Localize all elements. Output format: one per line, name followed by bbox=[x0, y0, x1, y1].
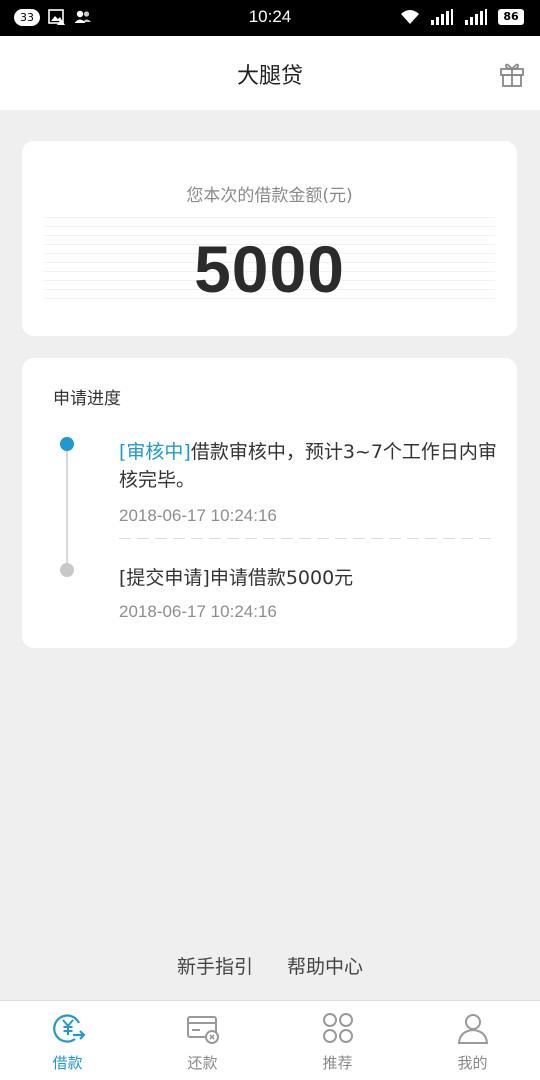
step-timestamp: 2018-06-17 10:24:16 bbox=[119, 506, 277, 525]
loan-icon bbox=[52, 1014, 85, 1043]
tab-label: 借款 bbox=[52, 1054, 83, 1072]
loan-amount-value: 5000 bbox=[194, 232, 345, 306]
status-bar: 33 10:24 86 bbox=[0, 0, 540, 36]
grid-icon bbox=[322, 1013, 353, 1043]
tab-label: 还款 bbox=[187, 1054, 218, 1072]
timeline-dot-active bbox=[60, 437, 74, 451]
timeline-dot bbox=[60, 563, 74, 577]
progress-title: 申请进度 bbox=[53, 389, 121, 409]
signal-icon-2 bbox=[465, 9, 487, 25]
help-center-link[interactable]: 帮助中心 bbox=[287, 956, 363, 978]
page-title: 大腿贷 bbox=[236, 64, 303, 89]
tab-loan[interactable]: 借款 bbox=[0, 1001, 135, 1080]
tab-label: 我的 bbox=[457, 1054, 488, 1072]
repay-card-icon bbox=[186, 1016, 219, 1044]
step-status-tag: [提交申请] bbox=[119, 567, 210, 589]
bottom-tab-bar: 借款 还款 推荐 我的 bbox=[0, 1000, 540, 1080]
step-timestamp: 2018-06-17 10:24:16 bbox=[119, 602, 277, 621]
step-status-tag: [审核中] bbox=[119, 441, 191, 463]
loan-amount-label: 您本次的借款金额(元) bbox=[186, 186, 353, 206]
tab-mine[interactable]: 我的 bbox=[405, 1001, 540, 1080]
step-description: [提交申请]申请借款5000元 bbox=[119, 564, 499, 592]
progress-step-submitted: [提交申请]申请借款5000元 2018-06-17 10:24:16 bbox=[119, 564, 499, 622]
signal-icon bbox=[431, 9, 453, 25]
tab-label: 推荐 bbox=[322, 1054, 353, 1072]
app-header: 大腿贷 bbox=[0, 36, 540, 110]
tab-repay[interactable]: 还款 bbox=[135, 1001, 270, 1080]
step-text: 申请借款5000元 bbox=[209, 567, 354, 589]
gift-icon[interactable] bbox=[498, 60, 526, 88]
application-progress-card: 申请进度 [审核中]借款审核中，预计3~7个工作日内审核完毕。 2018-06-… bbox=[22, 358, 517, 648]
step-divider bbox=[119, 538, 495, 539]
step-description: [审核中]借款审核中，预计3~7个工作日内审核完毕。 bbox=[119, 438, 499, 494]
tab-recommend[interactable]: 推荐 bbox=[270, 1001, 405, 1080]
footer-links: 新手指引 帮助中心 bbox=[0, 952, 540, 979]
battery-level: 86 bbox=[498, 9, 524, 25]
progress-step-reviewing: [审核中]借款审核中，预计3~7个工作日内审核完毕。 2018-06-17 10… bbox=[119, 438, 499, 526]
beginner-guide-link[interactable]: 新手指引 bbox=[177, 956, 253, 978]
wifi-icon bbox=[401, 10, 419, 24]
person-icon bbox=[457, 1014, 488, 1044]
loan-amount-card: 您本次的借款金额(元) 5000 bbox=[22, 141, 517, 336]
timeline-line bbox=[66, 444, 68, 570]
